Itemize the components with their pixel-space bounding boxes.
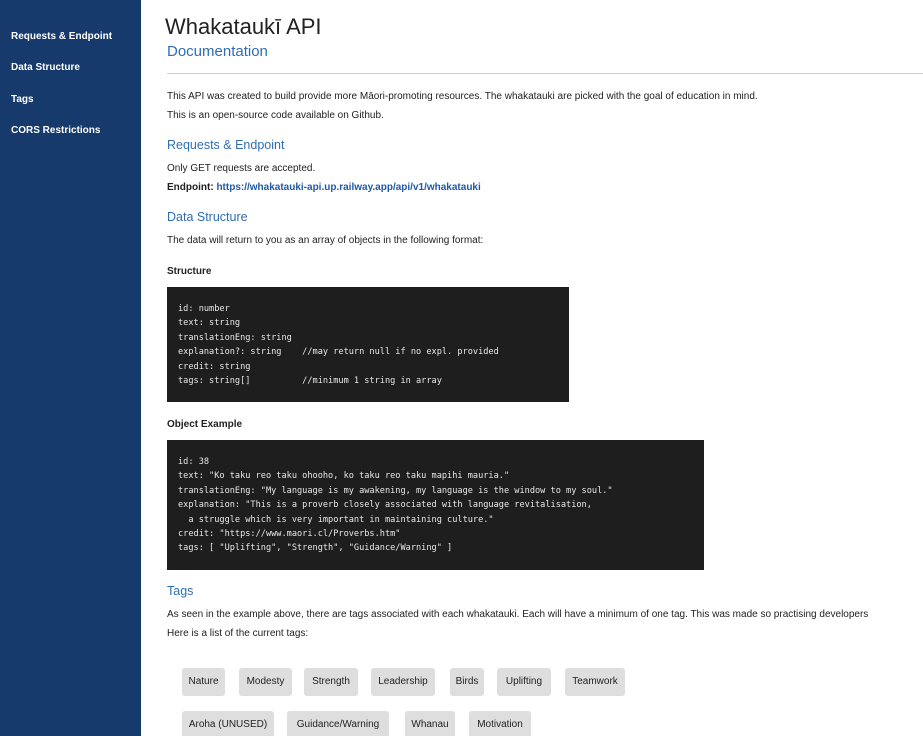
tag-nature[interactable]: Nature [182,668,225,696]
tags-description: As seen in the example above, there are … [167,609,869,620]
intro-opensource-text: This is an open-source code available on… [167,110,384,121]
header-divider [167,73,923,74]
tag-teamwork[interactable]: Teamwork [565,668,625,696]
structure-code-block: id: number text: string translationEng: … [167,287,569,402]
sidebar-item-tags[interactable]: Tags [11,94,34,105]
sidebar-item-data-structure[interactable]: Data Structure [11,62,80,73]
sidebar-item-requests-endpoint[interactable]: Requests & Endpoint [11,31,112,42]
tag-strength[interactable]: Strength [304,668,358,696]
requests-heading: Requests & Endpoint [167,138,285,152]
tag-birds[interactable]: Birds [450,668,484,696]
data-structure-heading: Data Structure [167,210,248,224]
tag-whanau[interactable]: Whanau [405,711,455,736]
tag-uplifting[interactable]: Uplifting [497,668,551,696]
requests-text: Only GET requests are accepted. [167,163,316,174]
sidebar-item-cors-restrictions[interactable]: CORS Restrictions [11,125,100,136]
endpoint-label: Endpoint: [167,182,214,193]
tag-motivation[interactable]: Motivation [469,711,531,736]
tags-list-intro: Here is a list of the current tags: [167,628,309,639]
main-content: Whakataukī API Documentation This API wa… [141,0,923,736]
sidebar: Requests & Endpoint Data Structure Tags … [0,0,141,736]
object-example-heading: Object Example [167,419,243,430]
structure-heading: Structure [167,266,212,277]
object-example-code-block: id: 38 text: "Ko taku reo taku ohooho, k… [167,440,704,570]
endpoint-link[interactable]: https://whakatauki-api.up.railway.app/ap… [216,182,480,193]
tag-aroha-unused[interactable]: Aroha (UNUSED) [182,711,274,736]
tag-modesty[interactable]: Modesty [239,668,292,696]
data-structure-text: The data will return to you as an array … [167,235,484,246]
intro-text: This API was created to build provide mo… [167,91,758,102]
endpoint-line: Endpoint: https://whakatauki-api.up.rail… [167,182,481,193]
tag-guidance-warning[interactable]: Guidance/Warning [287,711,389,736]
tags-heading: Tags [167,584,194,598]
page-subtitle: Documentation [167,43,268,60]
tag-leadership[interactable]: Leadership [371,668,435,696]
page-title: Whakataukī API [165,14,322,39]
